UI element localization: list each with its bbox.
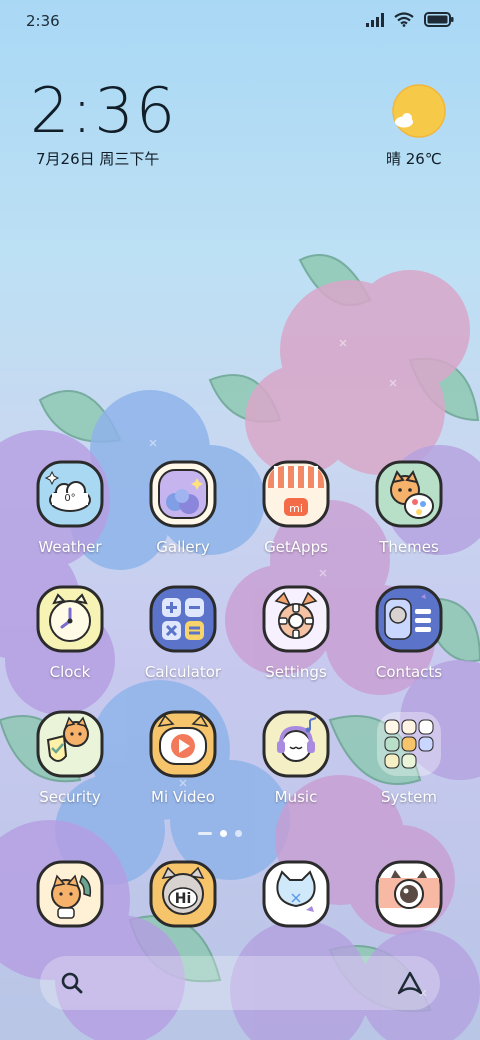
wifi-icon (394, 12, 414, 27)
app-label: Security (39, 788, 101, 806)
status-icons (366, 12, 454, 27)
page-indicator[interactable] (198, 830, 242, 837)
assistant-icon[interactable] (396, 970, 424, 996)
status-bar: 2:36 (0, 0, 480, 44)
weather-widget[interactable]: 晴 26℃ (376, 80, 456, 170)
app-weather[interactable]: 0° Weather (20, 460, 120, 570)
dock-messages[interactable]: Hi (149, 860, 217, 928)
dock-browser[interactable] (262, 860, 330, 928)
system-folder-icon (377, 712, 441, 776)
getapps-icon: mi (262, 460, 330, 528)
clock-date: 7月26日 周三下午 (36, 150, 160, 168)
search-bar[interactable] (40, 956, 440, 1010)
app-label: Mi Video (151, 788, 215, 806)
dock-camera[interactable] (375, 860, 443, 928)
page-dot-current (220, 830, 227, 837)
app-label: Weather (38, 538, 102, 556)
page-dot (235, 830, 242, 837)
messages-icon-text: Hi (175, 891, 192, 907)
app-contacts[interactable]: Contacts (359, 585, 459, 695)
music-icon (262, 710, 330, 778)
app-label: Calculator (144, 663, 222, 681)
app-music[interactable]: Music (246, 710, 346, 820)
app-mi-video[interactable]: Mi Video (133, 710, 233, 820)
getapps-logo-text: mi (289, 502, 303, 515)
sun-cloud-icon (392, 84, 446, 138)
messages-icon: Hi (149, 860, 217, 928)
app-label: Themes (379, 538, 439, 556)
app-clock[interactable]: Clock (20, 585, 120, 695)
app-system-folder[interactable]: System (359, 710, 459, 820)
themes-icon (375, 460, 443, 528)
weather-icon: 0° (36, 460, 104, 528)
app-label: Settings (265, 663, 327, 681)
app-label: Music (274, 788, 318, 806)
app-calculator[interactable]: Calculator (133, 585, 233, 695)
page-indicator-line (198, 832, 212, 835)
clock-time: 2:36 (30, 74, 178, 147)
app-settings[interactable]: Settings (246, 585, 346, 695)
dock-phone[interactable] (36, 860, 104, 928)
mi-video-icon (149, 710, 217, 778)
clock-widget[interactable]: 2:36 7月26日 周三下午 (30, 78, 290, 178)
gallery-icon (149, 460, 217, 528)
app-security[interactable]: Security (20, 710, 120, 820)
battery-icon (424, 12, 454, 27)
weather-text: 晴 26℃ (386, 150, 442, 168)
app-themes[interactable]: Themes (359, 460, 459, 570)
phone-icon (36, 860, 104, 928)
app-getapps[interactable]: mi GetApps (246, 460, 346, 570)
app-label: GetApps (264, 538, 328, 556)
search-icon[interactable] (60, 971, 84, 995)
security-icon (36, 710, 104, 778)
signal-icon (366, 12, 384, 27)
app-gallery[interactable]: Gallery (133, 460, 233, 570)
status-time: 2:36 (26, 12, 60, 30)
app-label: Clock (49, 663, 91, 681)
calculator-icon (149, 585, 217, 653)
browser-icon (262, 860, 330, 928)
contacts-icon (375, 585, 443, 653)
weather-icon-text: 0° (64, 493, 75, 504)
app-label: Gallery (156, 538, 210, 556)
app-label: Contacts (375, 663, 443, 681)
camera-icon (375, 860, 443, 928)
clock-icon (36, 585, 104, 653)
settings-icon (262, 585, 330, 653)
app-label: System (381, 788, 437, 806)
